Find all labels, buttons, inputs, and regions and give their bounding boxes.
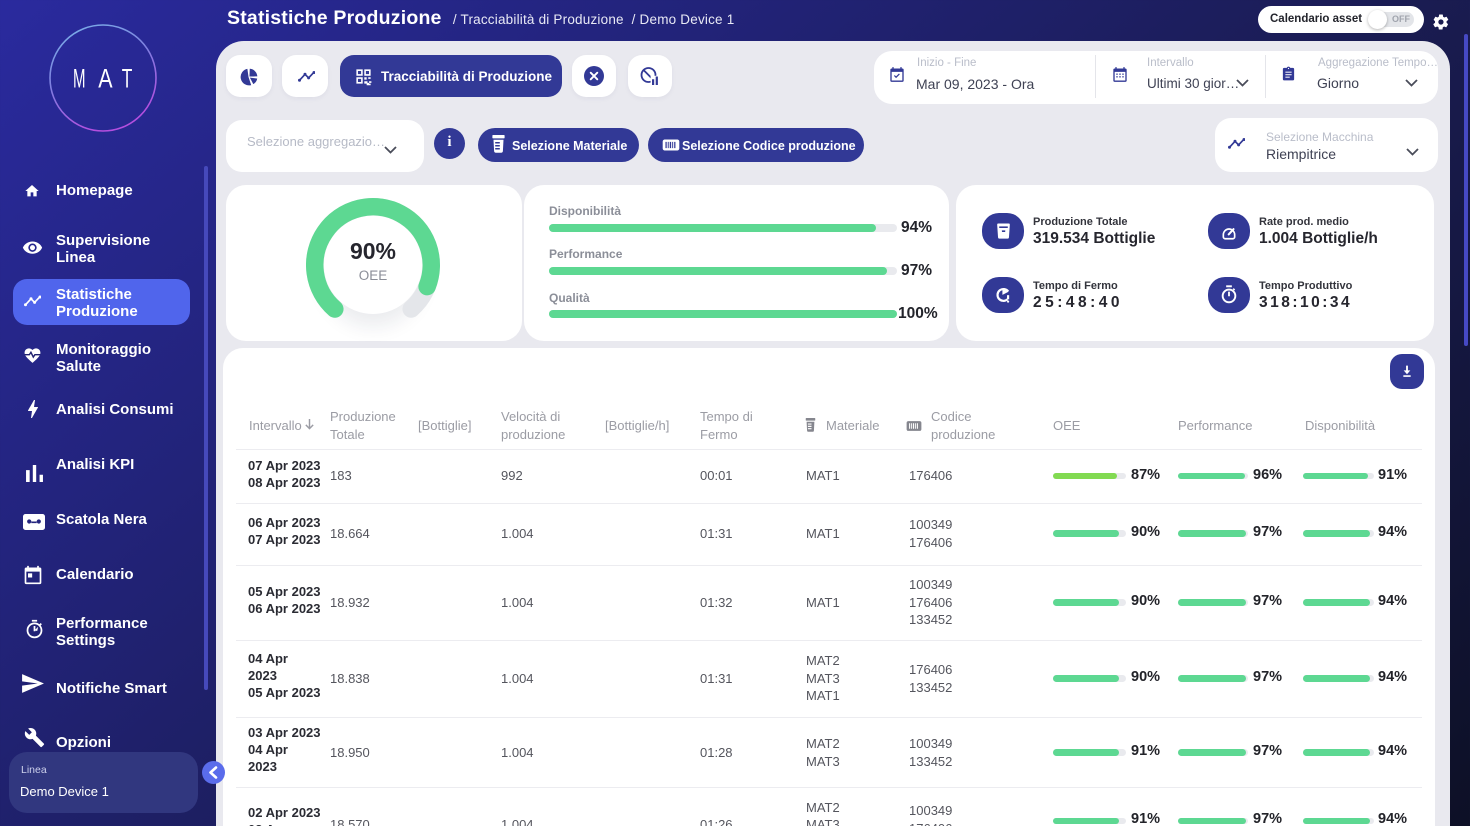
svg-text:T: T [122, 64, 133, 94]
svg-text:M: M [73, 64, 86, 94]
svg-text:A: A [98, 64, 112, 94]
